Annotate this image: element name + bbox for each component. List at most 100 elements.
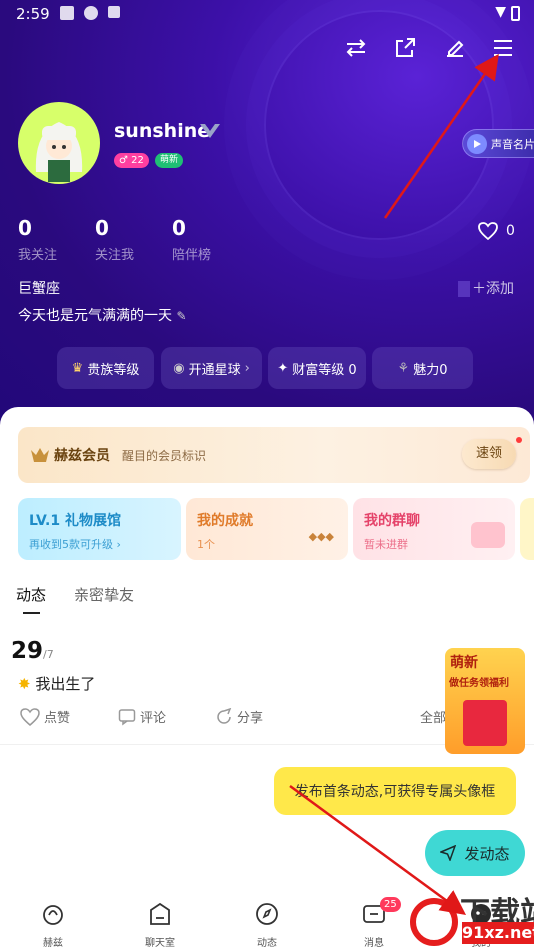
post-text: 我出生了 bbox=[35, 675, 96, 693]
card-more[interactable] bbox=[520, 498, 534, 560]
stat-companion-rank[interactable]: 0 陪伴榜 bbox=[172, 216, 211, 263]
hertz-icon bbox=[43, 905, 63, 925]
publish-tip-bubble: 发布首条动态,可获得专属头像框 bbox=[274, 767, 516, 815]
tab-close-friends[interactable]: 亲密挚友 bbox=[74, 584, 134, 605]
voice-card-label: 声音名片 bbox=[491, 137, 534, 151]
crown-icon: ♛ bbox=[71, 360, 84, 376]
stat-followers[interactable]: 0 关注我 bbox=[95, 216, 134, 263]
zodiac-tag: 巨蟹座 bbox=[18, 281, 60, 297]
pill-label: 财富等级 0 bbox=[292, 362, 357, 378]
vip-title: 赫兹会员 bbox=[54, 448, 110, 464]
status-bar: 2:59 ▼ bbox=[0, 0, 534, 28]
card-achievements[interactable]: 我的成就 1个 ◆◆◆ bbox=[186, 498, 348, 560]
stat-following[interactable]: 0 我关注 bbox=[18, 216, 57, 263]
nav-moments[interactable]: 动态 bbox=[237, 901, 297, 949]
message-badge: 25 bbox=[380, 897, 401, 912]
verified-icon bbox=[198, 122, 222, 140]
sparkle-icon: ✸ bbox=[18, 675, 31, 693]
edit-bio-icon: ✎ bbox=[176, 309, 187, 323]
nav-label: 动态 bbox=[257, 938, 277, 949]
watermark-url: 91xz.net bbox=[462, 922, 534, 944]
likes-counter[interactable]: 0 bbox=[478, 222, 515, 240]
pill-label: 开通星球 bbox=[188, 362, 241, 378]
pill-nobility-level[interactable]: ♛ 贵族等级 bbox=[57, 347, 154, 389]
vip-subtitle: 醒目的会员标识 bbox=[122, 448, 207, 463]
heart-icon bbox=[478, 222, 498, 240]
pill-charm[interactable]: ⚘ 魅力0 bbox=[372, 347, 473, 389]
avatar[interactable] bbox=[18, 102, 100, 184]
pill-label: 贵族等级 bbox=[87, 362, 140, 378]
stat-label: 我关注 bbox=[18, 248, 58, 263]
like-button[interactable]: 点赞 bbox=[20, 707, 70, 726]
watermark: 下载站 91xz.net bbox=[410, 888, 534, 950]
post-day: 29 bbox=[11, 638, 44, 664]
username: sunshine bbox=[114, 120, 211, 142]
wifi-icon: ▼ bbox=[495, 4, 506, 20]
notification-icon bbox=[60, 6, 74, 20]
promo-subtitle: 做任务领福利 bbox=[449, 678, 509, 689]
battery-icon bbox=[511, 6, 520, 21]
charm-icon: ⚘ bbox=[397, 360, 410, 376]
publish-moment-button[interactable]: 发动态 bbox=[425, 830, 525, 876]
share-icon[interactable] bbox=[391, 34, 419, 62]
post-content[interactable]: ✸ 我出生了 bbox=[18, 673, 95, 694]
pill-wealth-level[interactable]: ✦ 财富等级 0 bbox=[268, 347, 366, 389]
vip-banner[interactable]: 赫兹会员 醒目的会员标识 速领 bbox=[18, 427, 530, 483]
publish-label: 发动态 bbox=[464, 844, 510, 863]
pill-label: 魅力0 bbox=[413, 362, 448, 378]
level-value: 22 bbox=[131, 155, 144, 166]
nav-hertz[interactable]: 赫兹 bbox=[23, 901, 83, 949]
comment-label: 评论 bbox=[140, 711, 167, 726]
comment-icon bbox=[118, 708, 136, 725]
tab-moments[interactable]: 动态 bbox=[16, 584, 46, 605]
pill-open-planet[interactable]: ◉ 开通星球 › bbox=[161, 347, 262, 389]
nav-chatroom[interactable]: 聊天室 bbox=[130, 901, 190, 949]
newbie-promo-banner[interactable]: 萌新 做任务领福利 bbox=[445, 648, 525, 754]
card-gift-gallery[interactable]: LV.1 礼物展馆 再收到5款可升级 › bbox=[18, 498, 181, 560]
switch-icon[interactable] bbox=[342, 34, 370, 62]
chat-bubble-icon bbox=[471, 522, 505, 548]
stat-value: 0 bbox=[172, 216, 186, 240]
card-my-groups[interactable]: 我的群聊 暂未进群 bbox=[353, 498, 515, 560]
play-icon bbox=[467, 133, 487, 154]
nav-label: 赫兹 bbox=[43, 938, 63, 949]
share-arrow-icon bbox=[217, 707, 232, 724]
share-label: 分享 bbox=[237, 711, 264, 726]
compass-icon bbox=[256, 903, 278, 925]
red-packet-icon bbox=[463, 700, 507, 746]
stat-label: 陪伴榜 bbox=[172, 248, 212, 263]
watermark-logo-icon bbox=[410, 898, 458, 946]
app-icon bbox=[84, 6, 98, 20]
vip-claim-button[interactable]: 速领 bbox=[462, 439, 516, 469]
newbie-tag: 萌新 bbox=[155, 153, 184, 168]
filter-all[interactable]: 全部 bbox=[420, 707, 446, 726]
status-time: 2:59 bbox=[16, 5, 50, 23]
tab-indicator bbox=[23, 612, 40, 614]
level-badge: ♂ 22 bbox=[114, 153, 149, 168]
likes-value: 0 bbox=[506, 223, 515, 239]
bio[interactable]: 今天也是元气满满的一天 ✎ bbox=[18, 305, 187, 325]
photo-icon bbox=[108, 6, 120, 18]
red-dot bbox=[516, 437, 522, 443]
vip-crown-icon bbox=[31, 448, 49, 462]
comment-button[interactable]: 评论 bbox=[118, 707, 166, 726]
stat-value: 0 bbox=[18, 216, 32, 240]
card-subtitle: 再收到5款可升级 bbox=[29, 538, 113, 551]
add-tag-label: 添加 bbox=[486, 281, 514, 297]
menu-icon[interactable] bbox=[489, 34, 517, 62]
voice-card-button[interactable]: 声音名片 bbox=[462, 129, 534, 158]
post-date: 29/7 bbox=[11, 638, 54, 664]
card-title: LV.1 礼物展馆 bbox=[29, 513, 121, 529]
heart-outline-icon bbox=[20, 707, 40, 726]
edit-icon[interactable] bbox=[441, 34, 469, 62]
share-post-button[interactable]: 分享 bbox=[215, 707, 263, 726]
bio-text: 今天也是元气满满的一天 bbox=[18, 308, 172, 324]
chatroom-icon bbox=[150, 902, 170, 925]
like-label: 点赞 bbox=[44, 711, 71, 726]
card-title: 我的成就 bbox=[197, 513, 253, 529]
send-icon bbox=[440, 845, 457, 861]
nav-label: 消息 bbox=[364, 938, 384, 949]
stat-value: 0 bbox=[95, 216, 109, 240]
promo-title: 萌新 bbox=[450, 655, 478, 671]
add-tag-button[interactable]: ＋添加 bbox=[458, 278, 514, 298]
